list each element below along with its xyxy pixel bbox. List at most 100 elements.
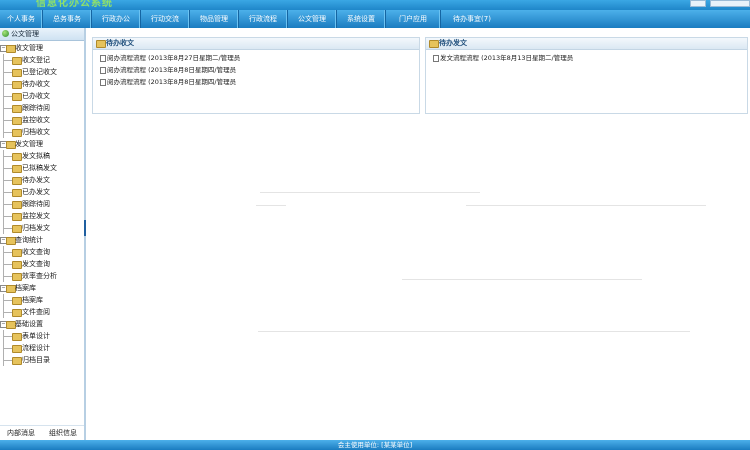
footer-text: 会主使用单位: [某某单位]	[337, 441, 413, 449]
folder-icon	[12, 165, 22, 173]
tree-item[interactable]: 文件查阅	[0, 306, 84, 318]
tree-item[interactable]: 档案库	[0, 294, 84, 306]
document-icon	[433, 55, 439, 62]
main-content: 待办收文 阅办流程流程 (2013年8月27日星期二/管理员 阅办流程流程 (2…	[88, 28, 750, 440]
nav-admin-flow[interactable]: 行政流程	[239, 10, 288, 28]
panel-list: 阅办流程流程 (2013年8月27日星期二/管理员 阅办流程流程 (2013年8…	[93, 50, 419, 88]
app-title: 信息化办公系统	[36, 0, 113, 9]
tree-item[interactable]: 已办收文	[0, 90, 84, 102]
tree-item[interactable]: 待办收文	[0, 78, 84, 90]
tree-item[interactable]: 已拟稿发文	[0, 162, 84, 174]
tree-item[interactable]: 跟踪待阅	[0, 198, 84, 210]
tree-item[interactable]: 发文查询	[0, 258, 84, 270]
banner-tools	[690, 0, 750, 7]
module-logo-icon	[2, 30, 9, 37]
folder-icon	[12, 69, 22, 77]
tree-item[interactable]: 监控收文	[0, 114, 84, 126]
tree-item[interactable]: 监控发文	[0, 210, 84, 222]
nav-portal[interactable]: 门户应用	[386, 10, 441, 28]
folder-icon	[12, 345, 22, 353]
folder-icon	[12, 225, 22, 233]
tree-item[interactable]: 归档目录	[0, 354, 84, 366]
tree-item[interactable]: 效率查分析	[0, 270, 84, 282]
nav-admin-office[interactable]: 行政办公	[92, 10, 141, 28]
tree-item[interactable]: 表单设计	[0, 330, 84, 342]
nav-settings[interactable]: 系统设置	[337, 10, 386, 28]
list-item[interactable]: 阅办流程流程 (2013年8月8日星期四/管理员	[93, 76, 419, 88]
tree-item[interactable]: 待办发文	[0, 174, 84, 186]
folder-icon	[12, 273, 22, 281]
panel-header: 待办发文	[426, 38, 747, 50]
folder-icon	[12, 57, 22, 65]
tree-group-archive[interactable]: − 档案库	[0, 282, 84, 294]
tree-item[interactable]: 收文登记	[0, 54, 84, 66]
nav-communication[interactable]: 行动交流	[141, 10, 190, 28]
panel-title: 待办收文	[106, 39, 134, 47]
pending-outgoing-panel: 待办发文 发文流程流程 (2013年8月13日星期二/管理员	[425, 37, 748, 114]
folder-icon	[12, 201, 22, 209]
tree-item[interactable]: 已登记收文	[0, 66, 84, 78]
pending-incoming-panel: 待办收文 阅办流程流程 (2013年8月27日星期二/管理员 阅办流程流程 (2…	[92, 37, 420, 114]
folder-icon	[12, 297, 22, 305]
sidebar-header-label: 公文管理	[11, 30, 39, 38]
nav-document[interactable]: 公文管理	[288, 10, 337, 28]
folder-icon	[96, 40, 106, 48]
divider-line	[466, 205, 706, 206]
folder-icon	[12, 105, 22, 113]
document-icon	[100, 67, 106, 74]
tree-item[interactable]: 流程设计	[0, 342, 84, 354]
divider-line	[256, 205, 286, 206]
nav-todo[interactable]: 待办事宜(7)	[441, 10, 503, 28]
panel-header: 待办收文	[93, 38, 419, 50]
divider-line	[258, 331, 690, 332]
folder-icon	[12, 129, 22, 137]
document-icon	[100, 79, 106, 86]
sidebar: 公文管理 − 收文管理 收文登记 已登记收文 待办收文 已办收文 跟踪待阅 监控…	[0, 28, 86, 440]
folder-icon	[12, 309, 22, 317]
folder-icon	[12, 261, 22, 269]
document-icon	[100, 55, 106, 62]
list-item[interactable]: 阅办流程流程 (2013年8月27日星期二/管理员	[93, 52, 419, 64]
sidebar-tree: − 收文管理 收文登记 已登记收文 待办收文 已办收文 跟踪待阅 监控收文 归档…	[0, 41, 84, 366]
list-item[interactable]: 阅办流程流程 (2013年8月8日星期四/管理员	[93, 64, 419, 76]
nav-general[interactable]: 总务事务	[43, 10, 92, 28]
folder-icon	[12, 93, 22, 101]
folder-icon	[12, 249, 22, 257]
tree-group-basic-settings[interactable]: − 基础设置	[0, 318, 84, 330]
tree-item[interactable]: 归档收文	[0, 126, 84, 138]
tree-group-query[interactable]: − 查询统计	[0, 234, 84, 246]
sidebar-splitter-handle[interactable]	[84, 220, 86, 236]
folder-icon	[12, 177, 22, 185]
panel-title: 待办发文	[439, 39, 467, 47]
folder-icon	[12, 213, 22, 221]
folder-icon	[12, 81, 22, 89]
folder-icon	[12, 357, 22, 365]
tree-item[interactable]: 跟踪待阅	[0, 102, 84, 114]
panel-list: 发文流程流程 (2013年8月13日星期二/管理员	[426, 50, 747, 64]
internal-messages-link[interactable]: 内部消息	[7, 428, 35, 438]
banner-tool-field[interactable]	[710, 0, 750, 7]
org-info-link[interactable]: 组织信息	[49, 428, 77, 438]
top-banner: 信息化办公系统	[0, 0, 750, 10]
tree-item[interactable]: 归档发文	[0, 222, 84, 234]
divider-line	[402, 279, 642, 280]
sidebar-header: 公文管理	[0, 28, 84, 41]
folder-icon	[429, 40, 439, 48]
tree-item[interactable]: 已办发文	[0, 186, 84, 198]
folder-icon	[12, 153, 22, 161]
folder-icon	[12, 333, 22, 341]
divider-line	[260, 192, 480, 193]
tree-item[interactable]: 收文查询	[0, 246, 84, 258]
tree-item[interactable]: 发文拟稿	[0, 150, 84, 162]
sidebar-bottom-tabs: 内部消息 组织信息	[0, 425, 84, 440]
main-nav: 个人事务 总务事务 行政办公 行动交流 物品管理 行政流程 公文管理 系统设置 …	[0, 10, 750, 28]
tree-group-outgoing[interactable]: − 发文管理	[0, 138, 84, 150]
tree-group-incoming[interactable]: − 收文管理	[0, 42, 84, 54]
banner-tool-button[interactable]	[690, 0, 706, 7]
folder-icon	[12, 117, 22, 125]
list-item[interactable]: 发文流程流程 (2013年8月13日星期二/管理员	[426, 52, 747, 64]
nav-goods[interactable]: 物品管理	[190, 10, 239, 28]
status-footer: 会主使用单位: [某某单位]	[0, 440, 750, 450]
nav-personal[interactable]: 个人事务	[0, 10, 43, 28]
folder-icon	[12, 189, 22, 197]
